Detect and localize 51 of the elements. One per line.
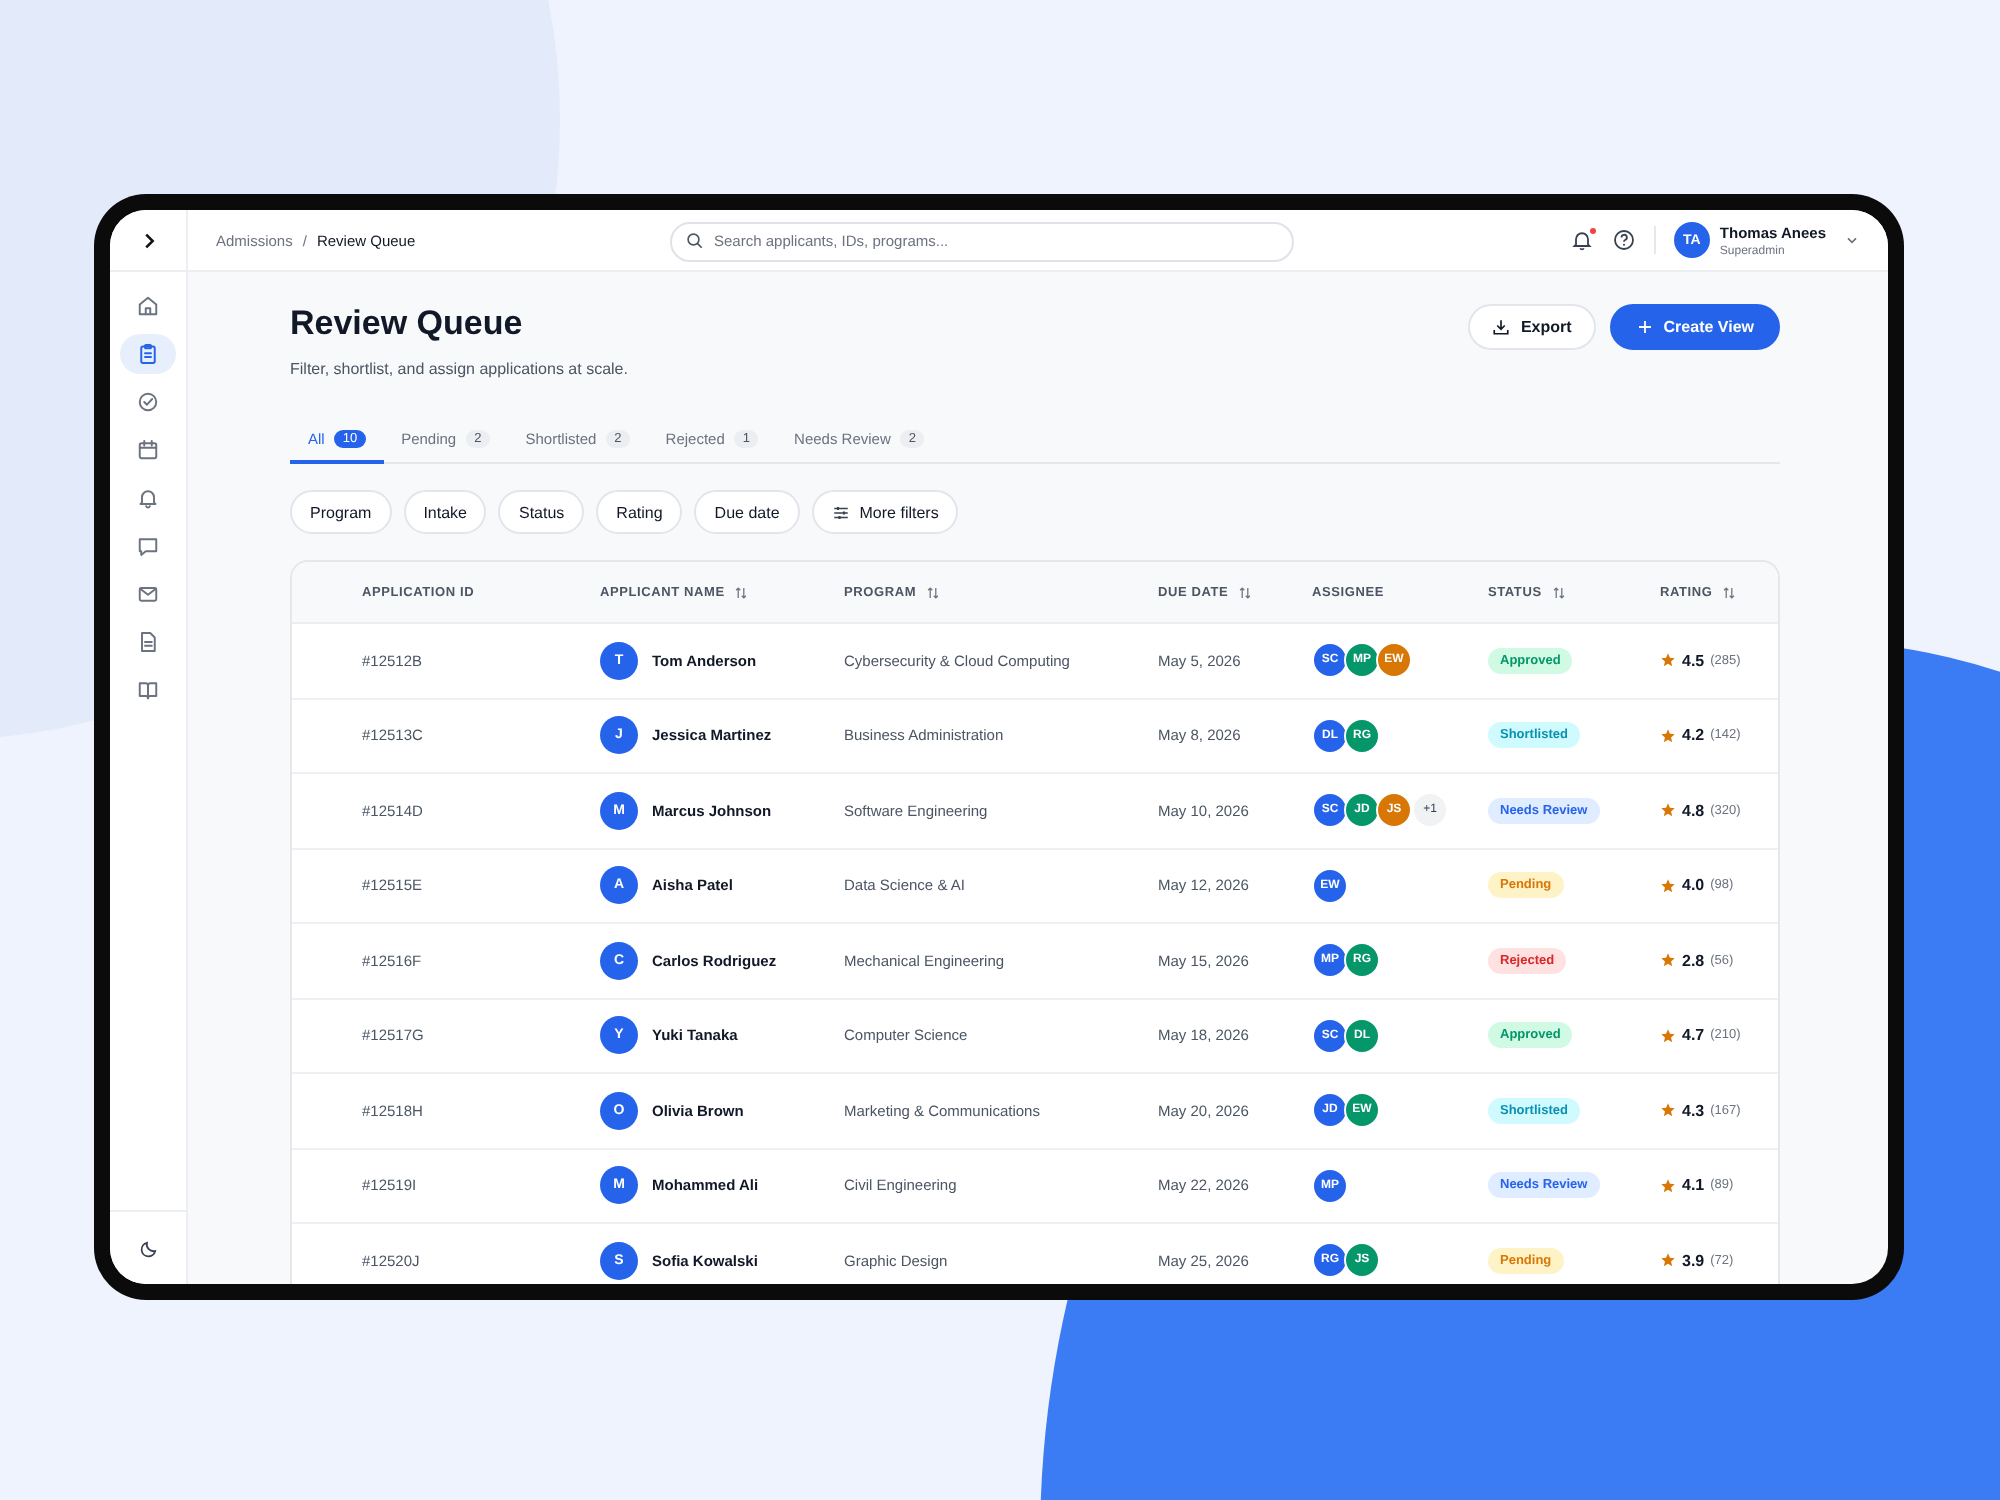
search-icon	[686, 231, 704, 249]
star-icon	[1660, 727, 1676, 744]
home-icon	[136, 294, 160, 318]
more-filters-button[interactable]: More filters	[811, 490, 959, 534]
filter-button[interactable]: Intake	[403, 490, 487, 534]
page-subtitle: Filter, shortlist, and assign applications at scale.	[290, 360, 628, 378]
chevron-down-icon[interactable]	[1844, 232, 1860, 248]
sort-icon[interactable]	[734, 585, 749, 599]
rating-value: 4.3	[1682, 1101, 1705, 1120]
plus-icon	[1635, 318, 1654, 336]
star-icon	[1660, 1177, 1676, 1194]
document-icon	[136, 630, 160, 654]
star-icon	[1660, 1027, 1676, 1044]
mail-icon	[136, 582, 160, 606]
sliders-icon	[831, 503, 850, 521]
help-icon[interactable]	[1611, 228, 1636, 252]
check-icon	[136, 390, 160, 414]
filter-button[interactable]: Rating	[596, 490, 683, 534]
calendar-icon	[136, 438, 160, 462]
rating-value: 4.5	[1682, 651, 1705, 670]
clipboard-icon	[136, 342, 160, 366]
star-icon	[1660, 802, 1676, 819]
star-icon	[1660, 652, 1676, 669]
rating-value: 4.2	[1682, 726, 1705, 745]
chat-icon	[136, 534, 160, 558]
rating-value: 4.8	[1682, 801, 1705, 820]
export-button[interactable]: Export	[1468, 304, 1596, 350]
rating-value: 3.9	[1682, 1251, 1705, 1270]
star-icon	[1660, 877, 1676, 894]
filter-button[interactable]: Program	[290, 490, 392, 534]
notification-bell-icon[interactable]	[1569, 228, 1594, 252]
clipboard-nav-item[interactable]	[120, 334, 176, 374]
create-view-button[interactable]: Create View	[1609, 304, 1780, 350]
download-icon	[1492, 318, 1511, 336]
rating-value: 4.1	[1682, 1176, 1705, 1195]
filter-button[interactable]: Due date	[694, 490, 800, 534]
rating-value: 4.0	[1682, 876, 1705, 895]
star-icon	[1660, 952, 1676, 969]
bell-icon	[136, 486, 160, 510]
star-icon	[1660, 1252, 1676, 1269]
moon-icon[interactable]	[137, 1237, 159, 1259]
sort-icon[interactable]	[1722, 585, 1737, 599]
filter-button[interactable]: Status	[498, 490, 585, 534]
sort-icon[interactable]	[1238, 585, 1253, 599]
star-icon	[1660, 1102, 1676, 1119]
page-title: Review Queue	[290, 304, 525, 344]
rating-value: 4.7	[1682, 1026, 1705, 1045]
book-icon	[136, 678, 160, 702]
sort-icon[interactable]	[926, 585, 941, 599]
sort-icon[interactable]	[1551, 585, 1566, 599]
rating-value: 2.8	[1682, 951, 1705, 970]
